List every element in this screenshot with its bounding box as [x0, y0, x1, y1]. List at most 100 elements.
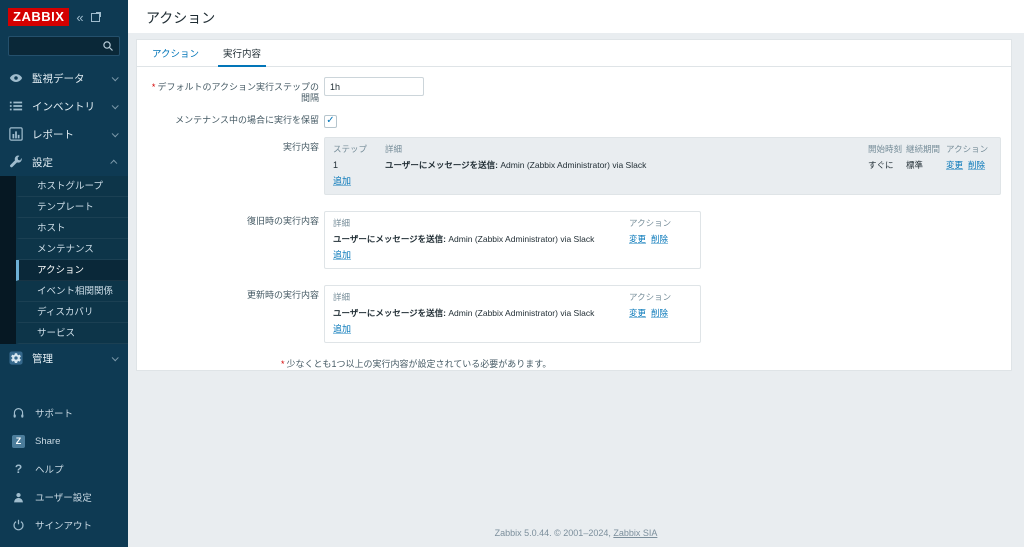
step-interval-input[interactable] — [324, 77, 424, 96]
user-icon — [12, 491, 25, 504]
sidebar-item-inventory[interactable]: インベントリ — [0, 92, 128, 120]
operations-form: *デフォルトのアクション実行ステップの間隔 メンテナンス中の場合に実行を保留 ✓… — [137, 67, 1011, 371]
list-icon — [9, 99, 23, 113]
sidebar-item-monitoring[interactable]: 監視データ — [0, 64, 128, 92]
sidebar-item-help[interactable]: ? ヘルプ — [0, 455, 128, 483]
sidebar-item-maintenance[interactable]: メンテナンス — [16, 239, 128, 260]
sidebar-item-administration[interactable]: 管理 — [0, 344, 128, 372]
zabbix-sia-link[interactable]: Zabbix SIA — [613, 528, 657, 538]
power-icon — [12, 519, 25, 532]
sidebar-header: ZABBIX « — [0, 0, 128, 30]
configuration-submenu: ホストグループ テンプレート ホスト メンテナンス アクション イベント相関関係… — [0, 176, 128, 344]
required-mark: * — [152, 82, 156, 92]
sidebar-item-label: ユーザー設定 — [35, 490, 92, 504]
headset-icon — [12, 407, 25, 420]
question-icon: ? — [12, 462, 25, 476]
zabbix-share-icon: Z — [12, 435, 25, 448]
col-step: ステップ — [333, 141, 385, 157]
tab-action[interactable]: アクション — [147, 40, 204, 67]
add-recovery-operation-link[interactable]: 追加 — [333, 247, 351, 263]
search-input[interactable] — [14, 41, 102, 52]
sidebar-item-share[interactable]: Z Share — [0, 427, 128, 455]
sidebar-item-actions[interactable]: アクション — [16, 260, 128, 281]
add-operation-link[interactable]: 追加 — [333, 173, 351, 189]
page-footer: Zabbix 5.0.44. © 2001–2024, Zabbix SIA — [128, 520, 1024, 547]
bar-chart-icon — [9, 127, 23, 141]
col-duration: 継続期間 — [906, 141, 946, 157]
wrench-icon — [9, 155, 23, 169]
pause-maintenance-checkbox[interactable]: ✓ — [324, 115, 337, 128]
form-row-operations: 実行内容 ステップ 詳細 開始時刻 継続期間 アクション 1 — [147, 137, 1001, 195]
page-title: アクション — [146, 8, 1014, 28]
sidebar-item-label: サインアウト — [35, 518, 92, 532]
sidebar-item-discovery[interactable]: ディスカバリ — [16, 302, 128, 323]
tab-bar: アクション 実行内容 — [137, 40, 1011, 67]
recovery-operations-table: 詳細 アクション ユーザーにメッセージを送信: Admin (Zabbix Ad… — [324, 211, 701, 269]
sidebar-item-templates[interactable]: テンプレート — [16, 197, 128, 218]
content-area: アクション 実行内容 *デフォルトのアクション実行ステップの間隔 メンテナンス中… — [128, 33, 1024, 371]
pause-maintenance-label: メンテナンス中の場合に実行を保留 — [147, 113, 319, 126]
form-row-pause-maintenance: メンテナンス中の場合に実行を保留 ✓ — [147, 113, 1001, 128]
operation-duration: 標準 — [906, 157, 946, 173]
chevron-down-icon — [112, 74, 119, 81]
form-row-step-interval: *デフォルトのアクション実行ステップの間隔 — [147, 77, 1001, 104]
checkmark-icon: ✓ — [326, 116, 334, 126]
operations-label: 実行内容 — [147, 137, 319, 153]
sidebar-item-reports[interactable]: レポート — [0, 120, 128, 148]
form-row-recovery-operations: 復旧時の実行内容 詳細 アクション ユーザーにメッセージを送信: Admin (… — [147, 211, 1001, 269]
operation-step: 1 — [333, 157, 385, 173]
form-row-update-operations: 更新時の実行内容 詳細 アクション ユーザーにメッセージを送信: Admin (… — [147, 285, 1001, 343]
chevron-down-icon — [112, 102, 119, 109]
form-hint: *少なくとも1つ以上の実行内容が設定されている必要があります。 — [281, 357, 1001, 370]
collapse-sidebar-icon[interactable]: « — [76, 11, 83, 24]
zabbix-app: ZABBIX « 監視データ イ — [0, 0, 1024, 547]
operation-details: ユーザーにメッセージを送信: Admin (Zabbix Administrat… — [385, 157, 868, 173]
operations-table: ステップ 詳細 開始時刻 継続期間 アクション 1 ユーザーにメッセージを送信:… — [324, 137, 1001, 195]
col-actions: アクション — [946, 141, 992, 157]
sidebar-item-event-correlation[interactable]: イベント相関関係 — [16, 281, 128, 302]
action-edit-panel: アクション 実行内容 *デフォルトのアクション実行ステップの間隔 メンテナンス中… — [136, 39, 1012, 371]
update-operations-label: 更新時の実行内容 — [147, 285, 319, 301]
recovery-operations-label: 復旧時の実行内容 — [147, 211, 319, 227]
gear-icon — [9, 351, 23, 365]
sidebar-item-hosts[interactable]: ホスト — [16, 218, 128, 239]
edit-link[interactable]: 変更 — [946, 160, 963, 170]
remove-link[interactable]: 削除 — [968, 160, 985, 170]
title-bar: アクション — [128, 0, 1024, 33]
sidebar-footer-menu: サポート Z Share ? ヘルプ ユーザー設定 サインアウト — [0, 399, 128, 547]
sidebar-item-services[interactable]: サービス — [16, 323, 128, 344]
remove-link[interactable]: 削除 — [651, 308, 668, 318]
sidebar: ZABBIX « 監視データ イ — [0, 0, 128, 547]
zabbix-logo[interactable]: ZABBIX — [8, 8, 69, 26]
search-icon[interactable] — [102, 40, 114, 52]
required-mark: * — [281, 359, 285, 369]
sidebar-item-user-settings[interactable]: ユーザー設定 — [0, 483, 128, 511]
main-area: アクション アクション 実行内容 *デフォルトのアクション実行ステップの間隔 — [128, 0, 1024, 547]
sidebar-item-support[interactable]: サポート — [0, 399, 128, 427]
sidebar-item-host-groups[interactable]: ホストグループ — [16, 176, 128, 197]
col-details: 詳細 — [333, 289, 629, 305]
sidebar-item-label: 設定 — [32, 155, 53, 170]
sidebar-menu: 監視データ インベントリ レポート — [0, 64, 128, 372]
sidebar-item-label: インベントリ — [32, 99, 95, 114]
sidebar-item-label: ヘルプ — [35, 462, 64, 476]
col-actions: アクション — [629, 215, 692, 231]
sidebar-item-label: レポート — [32, 127, 74, 142]
hide-sidebar-icon[interactable] — [91, 13, 100, 22]
add-update-operation-link[interactable]: 追加 — [333, 321, 351, 337]
edit-link[interactable]: 変更 — [629, 234, 646, 244]
col-details: 詳細 — [333, 215, 629, 231]
chevron-up-icon — [110, 159, 117, 166]
tab-operations[interactable]: 実行内容 — [218, 40, 266, 67]
operation-details: ユーザーにメッセージを送信: Admin (Zabbix Administrat… — [333, 305, 629, 321]
col-actions: アクション — [629, 289, 692, 305]
col-start: 開始時刻 — [868, 141, 906, 157]
update-operations-table: 詳細 アクション ユーザーにメッセージを送信: Admin (Zabbix Ad… — [324, 285, 701, 343]
sidebar-item-sign-out[interactable]: サインアウト — [0, 511, 128, 539]
operations-table-header: ステップ 詳細 開始時刻 継続期間 アクション — [333, 141, 992, 157]
col-details: 詳細 — [385, 141, 868, 157]
update-operation-row: ユーザーにメッセージを送信: Admin (Zabbix Administrat… — [333, 305, 692, 321]
remove-link[interactable]: 削除 — [651, 234, 668, 244]
sidebar-item-configuration[interactable]: 設定 — [0, 148, 128, 176]
edit-link[interactable]: 変更 — [629, 308, 646, 318]
